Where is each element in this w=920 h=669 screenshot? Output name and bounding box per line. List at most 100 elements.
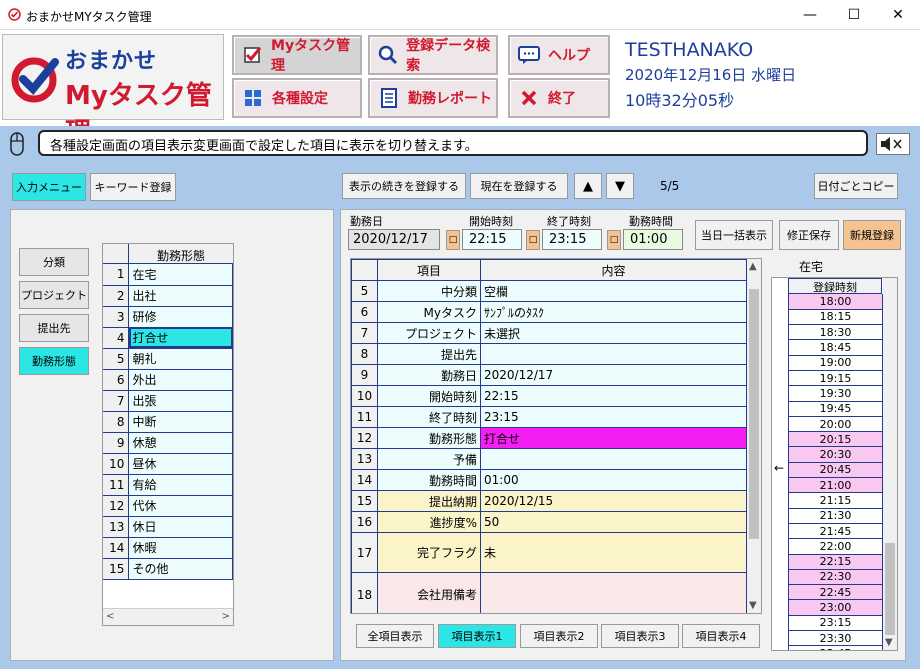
register-now-button[interactable]: 現在を登録する [470,173,568,199]
detail-row-content[interactable] [480,572,747,613]
category-button-destination[interactable]: 提出先 [19,314,89,342]
detail-vscrollbar[interactable]: ▲ ▼ [747,259,761,613]
time-row[interactable]: 18:00 [788,294,883,310]
scroll-right-icon[interactable]: > [222,611,230,622]
save-edit-button[interactable]: 修正保存 [779,220,839,250]
detail-row[interactable]: 17 完了フラグ未 [351,532,747,573]
detail-row-content[interactable]: 22:15 [480,385,747,407]
detail-row[interactable]: 12 勤務形態 打合せ [351,427,747,449]
detail-row[interactable]: 6 Myタスク ｻﾝﾌﾟﾙのﾀｽｸ [351,301,747,323]
list-hscrollbar[interactable]: < > [103,608,233,625]
input-menu-button[interactable]: 入力メニュー [12,173,86,201]
list-item[interactable]: 12 代休 [103,495,233,517]
category-button-work-style[interactable]: 勤務形態 [19,347,89,375]
view-4-button[interactable]: 項目表示4 [682,624,760,648]
time-row[interactable]: 18:45 [788,339,883,356]
list-item[interactable]: 7 出張 [103,390,233,412]
settings-button[interactable]: 各種設定 [232,78,362,118]
detail-row-content[interactable] [480,448,747,470]
new-register-button[interactable]: 新規登録 [843,220,901,250]
minimize-button[interactable]: — [788,0,832,30]
category-button-project[interactable]: プロジェクト [19,281,89,309]
time-row[interactable]: 18:15 [788,309,883,326]
detail-row[interactable]: 15 提出納期 2020/12/15 [351,490,747,512]
end-time-picker-button[interactable]: □ [526,230,540,250]
time-row[interactable]: 21:15 [788,492,883,509]
detail-row-content[interactable]: 2020/12/17 [480,364,747,386]
time-row[interactable]: 23:30 [788,630,883,647]
view-2-button[interactable]: 項目表示2 [520,624,598,648]
time-row[interactable]: 22:45 [788,584,883,601]
view-3-button[interactable]: 項目表示3 [601,624,679,648]
time-row[interactable]: 22:00 [788,538,883,555]
list-item[interactable]: 6 外出 [103,369,233,391]
detail-row-content[interactable] [480,343,747,365]
detail-scroll-thumb[interactable] [749,289,759,539]
list-item[interactable]: 8 中断 [103,411,233,433]
maximize-button[interactable]: ☐ [832,0,876,30]
time-scroll-thumb[interactable] [885,543,895,635]
work-date-field[interactable]: 2020/12/17 [348,229,440,250]
category-button-bunrui[interactable]: 分類 [19,248,89,276]
detail-row-content[interactable]: 空欄 [480,280,747,302]
detail-row[interactable]: 10 開始時刻 22:15 [351,385,747,407]
detail-row-content[interactable]: 50 [480,511,747,533]
start-time-field[interactable]: 22:15 [462,229,522,250]
list-item[interactable]: 9 休憩 [103,432,233,454]
detail-row[interactable]: 8 提出先 [351,343,747,365]
scroll-up-icon[interactable]: ▲ [749,261,757,272]
list-item[interactable]: 11 有給 [103,474,233,496]
time-row[interactable]: 23:00 [788,599,883,616]
list-item[interactable]: 1 在宅 [103,264,233,286]
time-row[interactable]: 20:00 [788,416,883,433]
detail-row-content[interactable]: 未 [480,532,747,573]
detail-row[interactable]: 7 プロジェクト 未選択 [351,322,747,344]
mytask-button[interactable]: Myタスク管理 [232,35,362,75]
close-window-button[interactable]: ✕ [876,0,920,30]
time-row[interactable]: 20:15 [788,431,883,448]
work-report-button[interactable]: 勤務レポート [368,78,498,118]
time-vscrollbar[interactable]: ▼ [883,278,897,650]
detail-row-content[interactable]: 打合せ [480,427,747,449]
exit-button[interactable]: 終了 [508,78,610,118]
list-item[interactable]: 15 その他 [103,558,233,580]
time-row[interactable]: 18:30 [788,324,883,341]
page-down-button[interactable]: ▼ [606,173,634,199]
time-row[interactable]: 19:45 [788,401,883,417]
time-row[interactable]: 20:45 [788,462,883,479]
detail-row[interactable]: 18 会社用備考 [351,572,747,613]
time-row[interactable]: 19:15 [788,370,883,387]
list-item[interactable]: 3 研修 [103,306,233,328]
scroll-down-icon[interactable]: ▼ [749,600,757,611]
mute-button[interactable] [876,133,910,155]
time-row[interactable]: 22:30 [788,569,883,586]
register-continue-button[interactable]: 表示の続きを登録する [342,173,466,199]
detail-row[interactable]: 5 中分類 空欄 [351,280,747,302]
detail-row[interactable]: 16 進捗度% 50 [351,511,747,533]
page-up-button[interactable]: ▲ [574,173,602,199]
list-item[interactable]: 14 休暇 [103,537,233,559]
detail-row[interactable]: 13 予備 [351,448,747,470]
end-time-field[interactable]: 23:15 [542,229,602,250]
copy-by-date-button[interactable]: 日付ごとコピー [814,173,898,199]
list-item[interactable]: 10 昼休 [103,453,233,475]
detail-row-content[interactable]: 01:00 [480,469,747,491]
view-1-button[interactable]: 項目表示1 [438,624,516,648]
duration-picker-button[interactable]: □ [607,230,621,250]
view-all-button[interactable]: 全項目表示 [356,624,434,648]
detail-row-content[interactable]: 23:15 [480,406,747,428]
time-row[interactable]: 20:30 [788,446,883,463]
time-row[interactable]: 19:00 [788,355,883,371]
time-row[interactable]: 19:30 [788,385,883,402]
time-row[interactable]: 23:45 [788,645,883,650]
time-scroll-down-icon[interactable]: ▼ [885,637,893,648]
detail-row-content[interactable]: 未選択 [480,322,747,344]
list-item[interactable]: 5 朝礼 [103,348,233,370]
detail-row-content[interactable]: 2020/12/15 [480,490,747,512]
time-row[interactable]: 22:15 [788,554,883,570]
time-row[interactable]: 21:45 [788,523,883,540]
detail-row[interactable]: 14 勤務時間 01:00 [351,469,747,491]
list-item[interactable]: 13 休日 [103,516,233,538]
keyword-register-button[interactable]: キーワード登録 [90,173,176,201]
time-row[interactable]: 21:30 [788,508,883,524]
